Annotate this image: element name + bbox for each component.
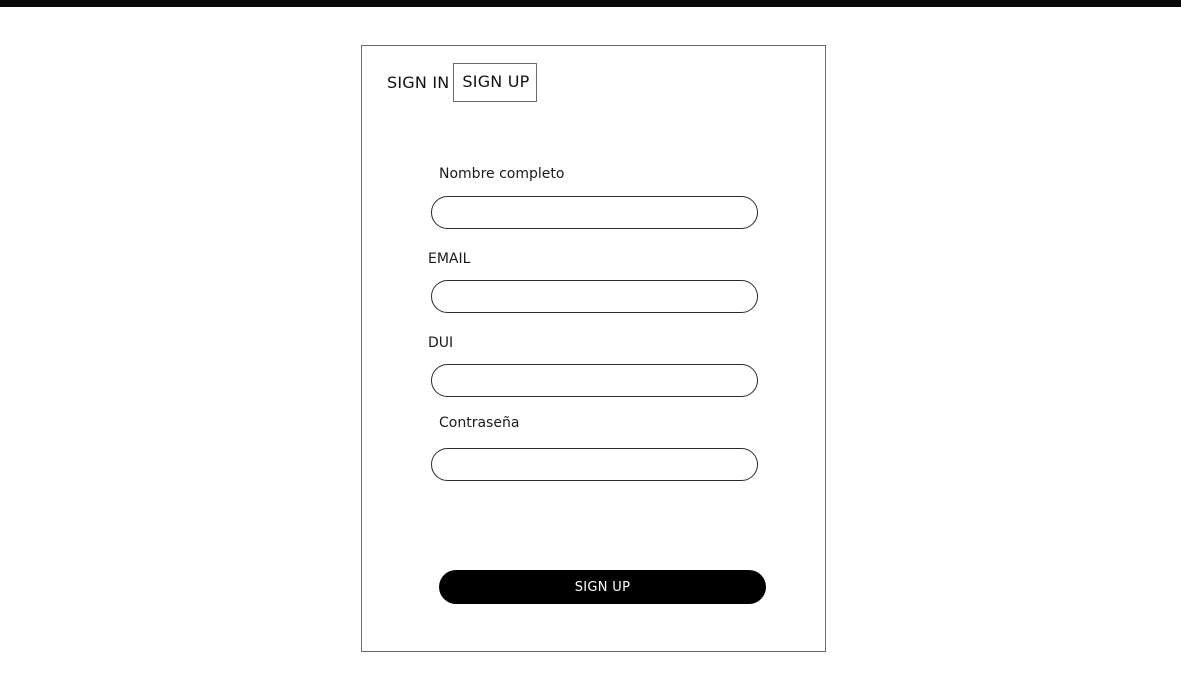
dui-label: DUI <box>428 335 454 351</box>
email-label: EMAIL <box>428 251 471 267</box>
top-bar <box>0 0 1181 7</box>
signup-card: SIGN IN SIGN UP Nombre completo EMAIL DU… <box>361 45 826 652</box>
auth-tabs: SIGN IN SIGN UP <box>387 62 537 102</box>
tab-sign-up[interactable]: SIGN UP <box>453 62 537 102</box>
full-name-label: Nombre completo <box>439 166 565 182</box>
sign-up-button[interactable]: SIGN UP <box>439 570 766 604</box>
password-label: Contraseña <box>439 415 520 431</box>
email-input[interactable] <box>431 280 758 313</box>
password-input[interactable] <box>431 448 758 481</box>
full-name-input[interactable] <box>431 196 758 229</box>
dui-input[interactable] <box>431 364 758 397</box>
tab-sign-in[interactable]: SIGN IN <box>387 73 453 92</box>
